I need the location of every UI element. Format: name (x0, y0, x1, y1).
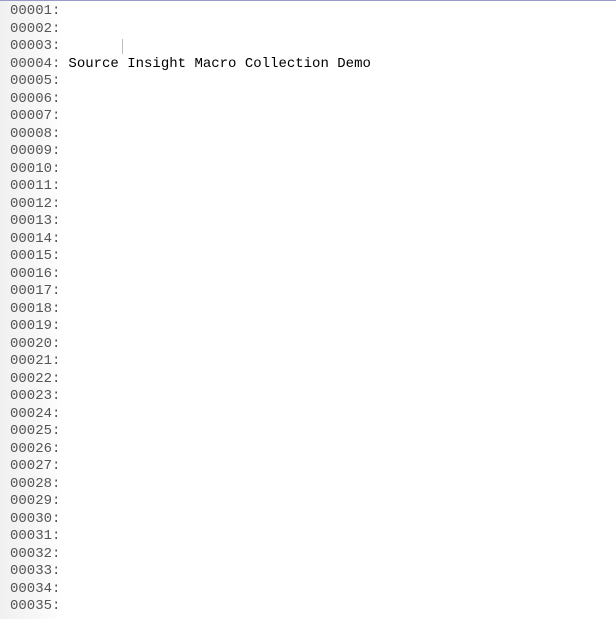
code-line[interactable] (68, 546, 616, 564)
code-line[interactable] (68, 441, 616, 459)
code-line[interactable] (68, 406, 616, 424)
code-line[interactable] (68, 266, 616, 284)
code-line[interactable] (68, 178, 616, 196)
code-line[interactable] (68, 108, 616, 126)
code-line[interactable] (68, 196, 616, 214)
line-number: 00004: (10, 56, 60, 74)
code-line[interactable] (68, 336, 616, 354)
line-number: 00010: (10, 161, 60, 179)
line-number: 00024: (10, 406, 60, 424)
code-content[interactable]: Source Insight Macro Collection Demo (62, 1, 616, 619)
code-line[interactable] (68, 598, 616, 616)
code-line[interactable] (68, 301, 616, 319)
code-line[interactable] (68, 318, 616, 336)
code-line[interactable] (68, 458, 616, 476)
line-number: 00017: (10, 283, 60, 301)
code-line[interactable]: Source Insight Macro Collection Demo (68, 56, 616, 74)
line-number: 00029: (10, 493, 60, 511)
code-line[interactable] (68, 388, 616, 406)
code-line[interactable] (68, 213, 616, 231)
line-number: 00009: (10, 143, 60, 161)
code-line[interactable] (68, 423, 616, 441)
code-line[interactable] (68, 493, 616, 511)
line-number: 00012: (10, 196, 60, 214)
line-number-gutter: 00001:00002:00003:00004:00005:00006:0000… (0, 1, 62, 619)
code-line[interactable] (68, 511, 616, 529)
code-line[interactable] (68, 126, 616, 144)
line-number: 00020: (10, 336, 60, 354)
line-number: 00005: (10, 73, 60, 91)
line-number: 00026: (10, 441, 60, 459)
line-number: 00030: (10, 511, 60, 529)
line-number: 00006: (10, 91, 60, 109)
line-number: 00021: (10, 353, 60, 371)
code-line[interactable] (68, 248, 616, 266)
line-number: 00008: (10, 126, 60, 144)
line-number: 00007: (10, 108, 60, 126)
code-line[interactable] (68, 581, 616, 599)
line-number: 00025: (10, 423, 60, 441)
code-line[interactable] (68, 353, 616, 371)
line-number: 00018: (10, 301, 60, 319)
line-number: 00027: (10, 458, 60, 476)
line-number: 00011: (10, 178, 60, 196)
code-line[interactable] (68, 283, 616, 301)
code-line[interactable] (68, 73, 616, 91)
line-number: 00013: (10, 213, 60, 231)
code-line[interactable] (68, 91, 616, 109)
code-line[interactable] (68, 231, 616, 249)
code-line[interactable] (68, 528, 616, 546)
line-number: 00014: (10, 231, 60, 249)
line-number: 00022: (10, 371, 60, 389)
line-number: 00033: (10, 563, 60, 581)
line-number: 00034: (10, 581, 60, 599)
code-line[interactable] (68, 476, 616, 494)
line-number: 00001: (10, 3, 60, 21)
line-number: 00035: (10, 598, 60, 616)
line-number: 00002: (10, 21, 60, 39)
text-caret (122, 39, 123, 54)
code-line[interactable] (68, 616, 616, 619)
line-number: 00032: (10, 546, 60, 564)
line-number: 00016: (10, 266, 60, 284)
line-number: 00015: (10, 248, 60, 266)
code-line[interactable] (68, 371, 616, 389)
line-number: 00023: (10, 388, 60, 406)
code-area[interactable]: 00001:00002:00003:00004:00005:00006:0000… (0, 1, 616, 619)
line-number: 00003: (10, 38, 60, 56)
code-line[interactable] (68, 563, 616, 581)
line-number: 00031: (10, 528, 60, 546)
code-editor: 00001:00002:00003:00004:00005:00006:0000… (0, 0, 616, 619)
code-line[interactable] (68, 161, 616, 179)
code-line[interactable] (68, 143, 616, 161)
line-number: 00019: (10, 318, 60, 336)
line-number: 00028: (10, 476, 60, 494)
